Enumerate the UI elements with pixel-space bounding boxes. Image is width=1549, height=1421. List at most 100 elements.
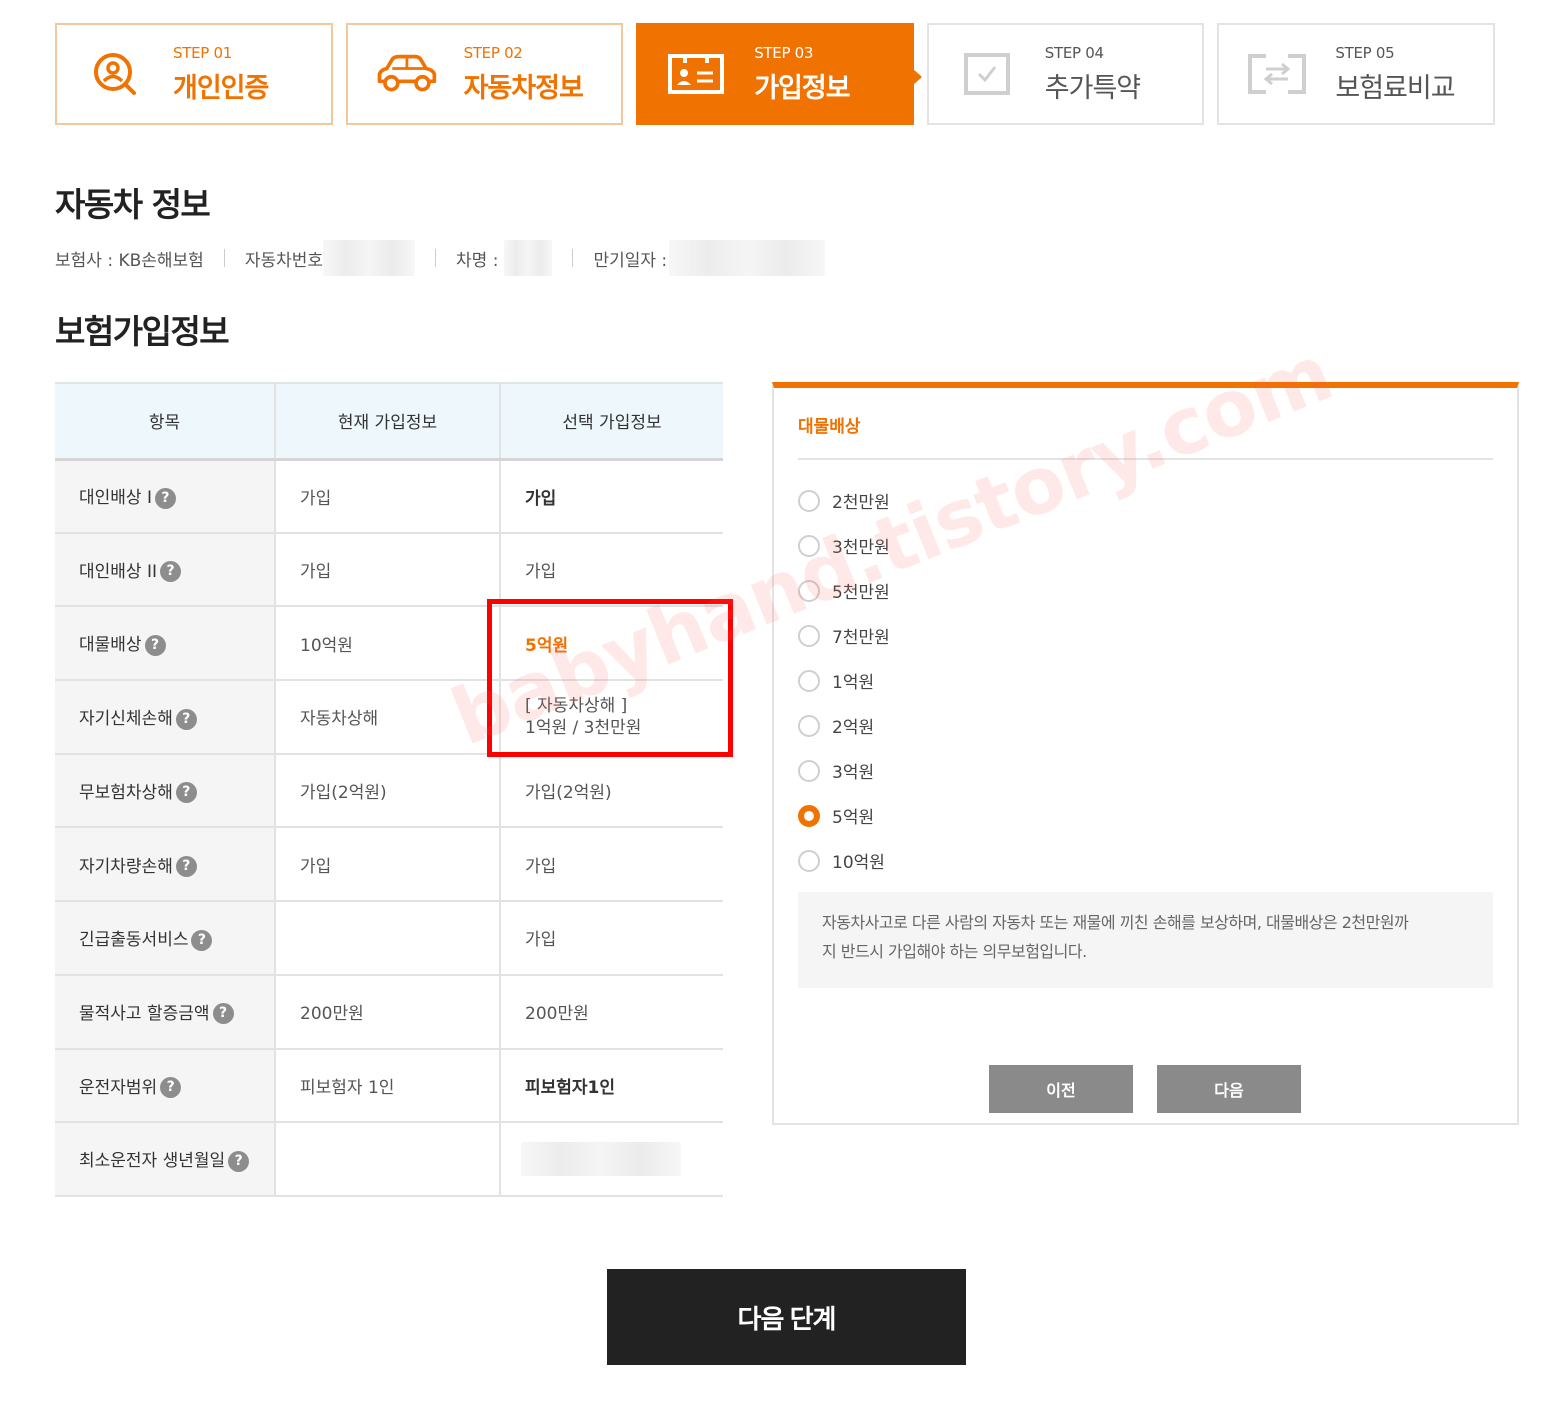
help-icon[interactable]: ? (144, 634, 166, 656)
row-item: 자기차량손해? (55, 827, 276, 903)
step-number: STEP 01 (173, 43, 232, 62)
help-icon[interactable]: ? (154, 487, 176, 509)
row-selected[interactable]: 5억원 (500, 606, 723, 682)
table-row: 대인배상 I? 가입 가입 (55, 459, 723, 534)
row-current: 피보험자 1인 (275, 1048, 501, 1124)
step-04[interactable]: STEP 04 추가특약 (926, 23, 1205, 125)
help-icon[interactable]: ? (175, 708, 197, 730)
option-7000[interactable]: 7천만원 (798, 613, 890, 658)
option-3000[interactable]: 3천만원 (798, 523, 890, 568)
row-current: 가입 (275, 459, 501, 534)
row-selected[interactable]: 가입 (500, 827, 723, 903)
option-5000[interactable]: 5천만원 (798, 568, 890, 613)
next-button[interactable]: 다음 (1157, 1065, 1301, 1113)
row-current: 가입 (275, 532, 501, 608)
step-label: 개인인증 (173, 72, 269, 104)
row-item-label: 운전자범위 (79, 1077, 158, 1098)
step-03[interactable]: STEP 03 가입정보 (636, 23, 922, 125)
row-item: 대인배상 I? (55, 459, 276, 534)
option-list: 2천만원 3천만원 5천만원 7천만원 1억원 2억원 3억원 5억원 10억원 (798, 478, 890, 883)
row-selected[interactable]: 가입(2억원) (500, 753, 723, 829)
row-current: 10억원 (275, 606, 501, 682)
step-progress-bar: STEP 01 개인인증 STEP 02 자동차정보 STEP 03 가입정보 … (55, 23, 1495, 125)
header-selected: 선택 가입정보 (500, 382, 723, 461)
row-item-label: 대인배상 I (79, 488, 152, 509)
plate-label: 자동차번호 (244, 250, 324, 271)
option-2000[interactable]: 2천만원 (798, 478, 890, 523)
radio-button[interactable] (798, 534, 820, 557)
option-label: 2천만원 (832, 493, 890, 513)
insurance-info-title: 보험가입정보 (55, 312, 230, 351)
expiry-value-redacted (669, 240, 826, 276)
step-label: 자동차정보 (463, 72, 584, 104)
help-icon[interactable]: ? (175, 782, 197, 804)
table-row: 물적사고 할증금액? 200만원 200만원 (55, 974, 723, 1050)
row-current: 자동차상해 (275, 680, 501, 755)
help-icon[interactable]: ? (212, 1003, 234, 1025)
radio-button[interactable] (798, 714, 820, 737)
compare-icon (1245, 49, 1309, 99)
plate-value-redacted (323, 240, 416, 276)
option-panel: 대물배상 2천만원 3천만원 5천만원 7천만원 1억원 2억원 3억원 5억원… (772, 382, 1519, 1125)
step-number: STEP 04 (1044, 43, 1104, 62)
help-icon[interactable]: ? (175, 856, 197, 878)
radio-button[interactable] (798, 759, 820, 782)
radio-button[interactable] (798, 669, 820, 692)
help-icon[interactable]: ? (160, 561, 181, 583)
row-selected[interactable]: 200만원 (500, 974, 723, 1050)
option-label: 1억원 (832, 673, 875, 693)
divider (572, 249, 574, 267)
panel-title: 대물배상 (798, 417, 861, 437)
row-item-label: 물적사고 할증금액 (79, 1003, 210, 1024)
row-selected[interactable]: 가입 (500, 532, 723, 608)
row-item: 물적사고 할증금액? (55, 974, 276, 1050)
row-selected[interactable]: 가입 (500, 901, 723, 976)
option-label: 3천만원 (832, 538, 890, 558)
row-item-label: 무보험차상해 (79, 782, 173, 803)
row-selected[interactable]: 피보험자1인 (500, 1048, 723, 1124)
table-row: 무보험차상해? 가입(2억원) 가입(2억원) (55, 753, 723, 829)
option-label: 2억원 (832, 718, 875, 738)
row-current (275, 1122, 501, 1197)
step-label: 추가특약 (1044, 72, 1141, 104)
row-item-label: 대물배상 (79, 635, 142, 656)
table-header-row: 항목 현재 가입정보 선택 가입정보 (55, 382, 723, 461)
row-current: 가입(2억원) (275, 753, 501, 829)
row-selected[interactable] (500, 1122, 723, 1197)
car-info-title: 자동차 정보 (55, 185, 211, 224)
radio-button[interactable] (798, 489, 820, 512)
row-item-label: 최소운전자 생년월일 (79, 1151, 226, 1172)
coverage-table: 항목 현재 가입정보 선택 가입정보 대인배상 I? 가입 가입 대인배상 II… (55, 382, 723, 1197)
row-current: 200만원 (275, 974, 501, 1050)
option-2eok[interactable]: 2억원 (798, 703, 890, 748)
help-icon[interactable]: ? (228, 1150, 250, 1172)
expiry-label: 만기일자 : (593, 250, 668, 271)
row-item: 운전자범위? (55, 1048, 276, 1124)
radio-button[interactable] (798, 849, 820, 872)
row-selected-line: [ 자동차상해 ] (525, 695, 628, 716)
step-label: 가입정보 (754, 72, 850, 104)
divider (223, 249, 225, 267)
option-3eok[interactable]: 3억원 (798, 748, 890, 793)
option-1eok[interactable]: 1억원 (798, 658, 890, 703)
option-10eok[interactable]: 10억원 (798, 838, 890, 883)
step-01[interactable]: STEP 01 개인인증 (55, 23, 333, 125)
next-step-button[interactable]: 다음 단계 (607, 1269, 966, 1365)
radio-button[interactable] (798, 579, 820, 602)
step-05[interactable]: STEP 05 보험료비교 (1217, 23, 1495, 125)
table-row: 대인배상 II? 가입 가입 (55, 532, 723, 608)
option-label: 7천만원 (832, 628, 890, 648)
description-line: 자동차사고로 다른 사람의 자동차 또는 재물에 끼친 손해를 보상하며, 대물… (822, 913, 1409, 932)
car-name-label: 차명 : (456, 250, 499, 271)
step-02[interactable]: STEP 02 자동차정보 (345, 23, 624, 125)
help-icon[interactable]: ? (191, 929, 213, 951)
radio-button[interactable] (798, 624, 820, 647)
row-selected[interactable]: 가입 (500, 459, 723, 534)
row-selected[interactable]: [ 자동차상해 ] 1억원 / 3천만원 (500, 680, 723, 755)
header-item: 항목 (55, 382, 276, 461)
radio-button-selected[interactable] (798, 804, 820, 827)
divider (798, 458, 1493, 460)
help-icon[interactable]: ? (160, 1077, 182, 1099)
option-5eok[interactable]: 5억원 (798, 793, 890, 838)
prev-button[interactable]: 이전 (989, 1065, 1133, 1113)
